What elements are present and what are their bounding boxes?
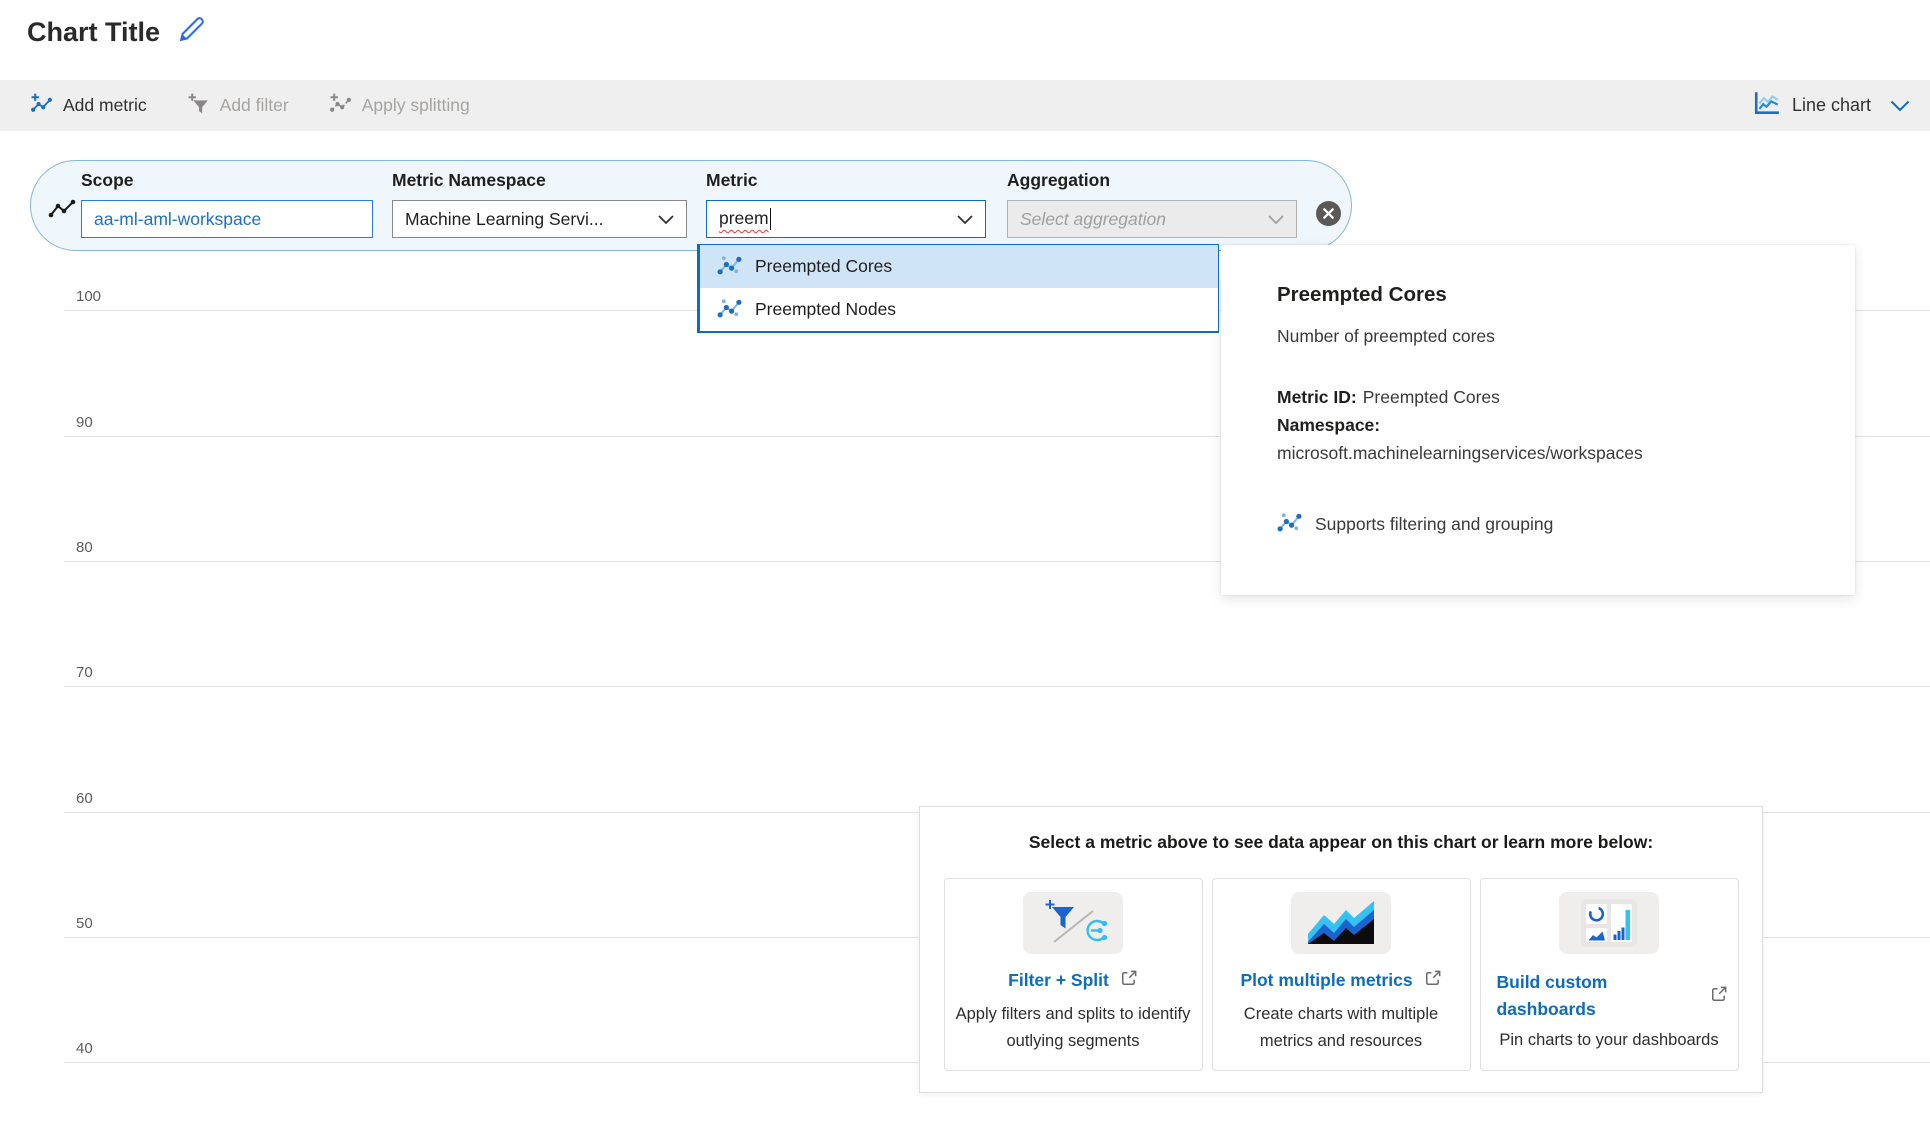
filter-split-icon <box>1023 892 1123 954</box>
external-link-icon <box>1120 969 1138 992</box>
filter-split-link[interactable]: Filter + Split <box>1008 970 1109 991</box>
metric-scatter-icon <box>717 295 742 325</box>
capability-text: Supports filtering and grouping <box>1315 513 1554 534</box>
y-axis-tick: 50 <box>76 915 93 932</box>
add-filter-button[interactable]: Add filter <box>187 92 289 120</box>
tooltip-title: Preempted Cores <box>1277 283 1447 306</box>
metric-scatter-icon <box>1277 509 1302 539</box>
chart-title-row: Chart Title <box>27 14 207 50</box>
y-axis-tick: 60 <box>76 790 93 807</box>
filter-split-card[interactable]: Filter + Split Apply filters and splits … <box>943 878 1203 1071</box>
metric-suggestions-dropdown: Preempted Cores Preempted Nodes <box>697 244 1219 333</box>
add-metric-icon <box>30 92 53 120</box>
metric-scatter-icon <box>717 252 742 282</box>
add-filter-label: Add filter <box>219 95 289 115</box>
metrics-explorer-page: Chart Title Add metric Add filter Apply … <box>0 0 1930 1128</box>
edit-chart-title-button[interactable] <box>176 14 207 50</box>
y-axis-tick: 80 <box>76 539 93 556</box>
metric-namespace-label: Metric Namespace <box>392 170 546 190</box>
metric-info-tooltip: Preempted Cores Number of preempted core… <box>1206 245 1855 595</box>
add-metric-label: Add metric <box>63 95 147 115</box>
build-dashboards-card[interactable]: Build custom dashboards Pin charts to yo… <box>1479 878 1739 1071</box>
build-dashboards-description: Pin charts to your dashboards <box>1499 1031 1719 1049</box>
tooltip-metadata: Metric ID: Preempted Cores Namespace: mic… <box>1277 383 1815 467</box>
external-link-icon <box>1710 985 1728 1008</box>
apply-splitting-icon <box>329 92 352 120</box>
gridline <box>64 686 1930 687</box>
external-link-icon <box>1424 969 1442 992</box>
namespace-value: microsoft.machinelearningservices/worksp… <box>1277 443 1643 463</box>
metric-namespace-field: Metric Namespace Machine Learning Servi.… <box>392 170 687 238</box>
metric-line-icon <box>48 196 78 228</box>
metric-option-preempted-cores[interactable]: Preempted Cores <box>700 245 1218 288</box>
y-axis-tick: 40 <box>76 1040 93 1057</box>
metric-option-label: Preempted Cores <box>755 256 893 276</box>
metric-label: Metric <box>706 170 758 190</box>
plot-multiple-metrics-description: Create charts with multiple metrics and … <box>1243 1005 1439 1050</box>
metric-field: Metric preem <box>706 170 986 238</box>
remove-metric-button[interactable] <box>1315 200 1342 232</box>
y-axis-tick: 90 <box>76 414 93 431</box>
tooltip-description: Number of preempted cores <box>1277 326 1495 346</box>
empty-state-heading: Select a metric above to see data appear… <box>1028 832 1654 852</box>
add-filter-icon <box>187 92 210 120</box>
plot-multiple-metrics-link[interactable]: Plot multiple metrics <box>1240 970 1412 991</box>
chevron-down-icon <box>957 209 973 230</box>
plot-multiple-metrics-card[interactable]: Plot multiple metrics Create charts with… <box>1211 878 1471 1071</box>
metric-namespace-value: Machine Learning Servi... <box>405 208 604 229</box>
metric-id-label: Metric ID: <box>1277 387 1357 407</box>
chart-type-label: Line chart <box>1791 95 1871 115</box>
dashboard-icon <box>1559 892 1659 954</box>
text-caret <box>769 208 772 231</box>
scope-value: aa-ml-aml-workspace <box>94 208 262 229</box>
build-dashboards-link[interactable]: Build custom dashboards <box>1497 969 1657 1023</box>
apply-splitting-button[interactable]: Apply splitting <box>329 92 470 120</box>
aggregation-placeholder: Select aggregation <box>1020 208 1166 229</box>
y-axis-tick: 70 <box>76 664 93 681</box>
chart-type-selector[interactable]: Line chart <box>1753 90 1910 121</box>
namespace-label: Namespace: <box>1277 415 1381 435</box>
chevron-down-icon <box>1890 100 1910 112</box>
aggregation-label: Aggregation <box>1007 170 1111 190</box>
metric-id-value: Preempted Cores <box>1362 387 1500 407</box>
apply-splitting-label: Apply splitting <box>361 95 470 115</box>
chart-toolbar: Add metric Add filter Apply splitting Li… <box>0 80 1930 131</box>
area-chart-icon <box>1291 892 1391 954</box>
pencil-icon <box>176 14 207 50</box>
tooltip-capability-row: Supports filtering and grouping <box>1277 509 1815 539</box>
metric-option-preempted-nodes[interactable]: Preempted Nodes <box>700 288 1218 331</box>
empty-chart-panel: Select a metric above to see data appear… <box>919 806 1763 1093</box>
line-chart-icon <box>1753 90 1781 121</box>
add-metric-button[interactable]: Add metric <box>30 92 147 120</box>
metric-typed-text: preem <box>719 207 769 228</box>
chevron-down-icon <box>1268 209 1284 230</box>
y-axis-tick: 100 <box>76 288 102 305</box>
metric-namespace-select[interactable]: Machine Learning Servi... <box>392 200 687 238</box>
filter-split-description: Apply filters and splits to identify out… <box>955 1005 1191 1050</box>
scope-field: Scope aa-ml-aml-workspace <box>81 170 373 238</box>
scope-input[interactable]: aa-ml-aml-workspace <box>81 200 373 238</box>
aggregation-select[interactable]: Select aggregation <box>1007 200 1297 238</box>
chevron-down-icon <box>658 209 674 230</box>
chart-title: Chart Title <box>27 16 161 47</box>
learn-more-cards: Filter + Split Apply filters and splits … <box>920 878 1762 1071</box>
scope-label: Scope <box>81 170 134 190</box>
aggregation-field: Aggregation Select aggregation <box>1007 170 1297 238</box>
metric-search-input[interactable]: preem <box>706 200 986 238</box>
metric-config-row: Scope aa-ml-aml-workspace Metric Namespa… <box>30 160 1352 251</box>
close-icon <box>1315 200 1342 232</box>
metric-option-label: Preempted Nodes <box>755 299 897 319</box>
